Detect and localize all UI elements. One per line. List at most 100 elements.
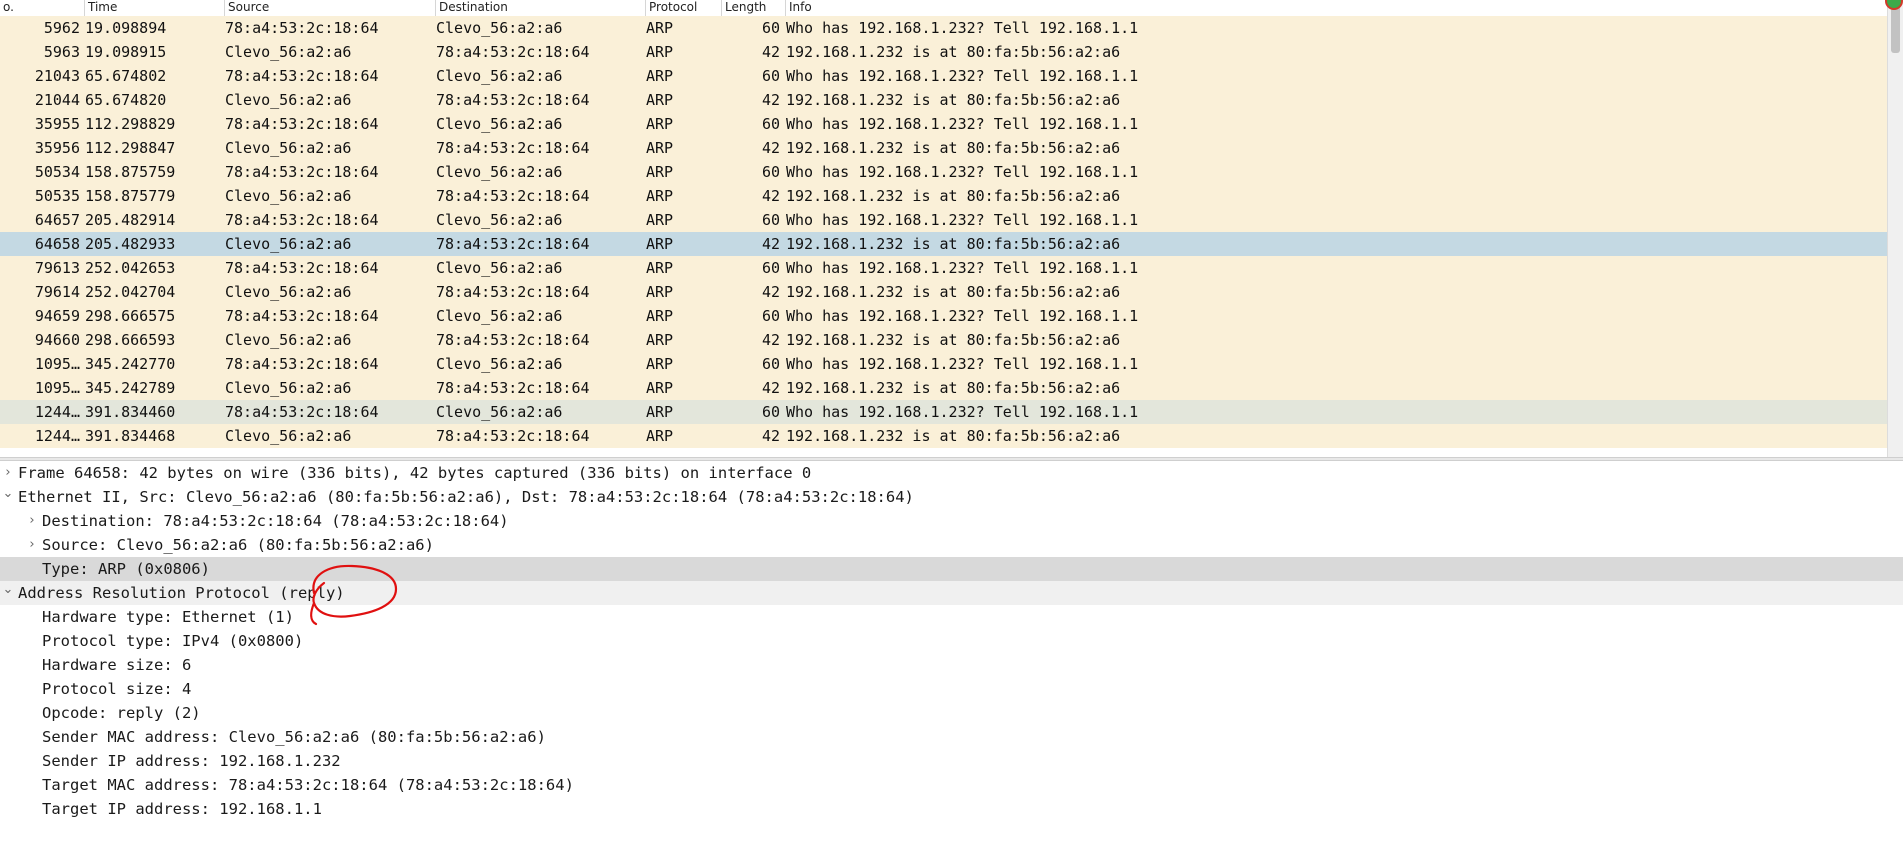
cell-source: 78:a4:53:2c:18:64 (225, 307, 379, 325)
cell-length: 60 (761, 355, 780, 373)
detail-tree-item-label: Target MAC address: 78:a4:53:2c:18:64 (7… (42, 776, 574, 794)
cell-protocol: ARP (646, 331, 674, 349)
table-row[interactable]: 50534 158.875759 78:a4:53:2c:18:64 Clevo_56… (0, 160, 1887, 184)
cell-no: 50535 (34, 187, 80, 205)
detail-tree-item-label: Sender MAC address: Clevo_56:a2:a6 (80:f… (42, 728, 546, 746)
cell-protocol: ARP (646, 19, 674, 37)
cell-protocol: ARP (646, 307, 674, 325)
cell-time: 205.482933 (85, 235, 176, 253)
scrollbar-thumb[interactable] (1891, 5, 1900, 53)
table-row[interactable]: 1244… 391.834460 78:a4:53:2c:18:64 Clevo_56… (0, 400, 1887, 424)
cell-destination: Clevo_56:a2:a6 (436, 259, 563, 277)
detail-tree-item[interactable]: Sender IP address: 192.168.1.232 (0, 749, 1903, 773)
table-row[interactable]: 79613 252.042653 78:a4:53:2c:18:64 Clevo_56… (0, 256, 1887, 280)
column-header-protocol[interactable]: Protocol (646, 0, 722, 16)
table-row[interactable]: 35956 112.298847 Clevo_56:a2:a6 78:a4:53:2c… (0, 136, 1887, 160)
cell-source: 78:a4:53:2c:18:64 (225, 163, 379, 181)
table-row[interactable]: 21044 65.674820 Clevo_56:a2:a6 78:a4:53:2c:… (0, 88, 1887, 112)
detail-tree-item-label: Protocol type: IPv4 (0x0800) (42, 632, 304, 650)
table-row[interactable]: 21043 65.674802 78:a4:53:2c:18:64 Clevo_56:… (0, 64, 1887, 88)
cell-no: 21044 (34, 91, 80, 109)
cell-info: 192.168.1.232 is at 80:fa:5b:56:a2:a6 (786, 331, 1121, 349)
detail-tree-item[interactable]: Target MAC address: 78:a4:53:2c:18:64 (7… (0, 773, 1903, 797)
detail-tree-item[interactable]: Hardware type: Ethernet (1) (0, 605, 1903, 629)
cell-source: 78:a4:53:2c:18:64 (225, 67, 379, 85)
cell-no: 21043 (34, 67, 80, 85)
chevron-down-icon[interactable]: ⌄ (2, 581, 14, 605)
table-row[interactable]: 79614 252.042704 Clevo_56:a2:a6 78:a4:53:2c… (0, 280, 1887, 304)
detail-tree-item[interactable]: Opcode: reply (2) (0, 701, 1903, 725)
detail-tree-item[interactable]: Target IP address: 192.168.1.1 (0, 797, 1903, 821)
cell-info: 192.168.1.232 is at 80:fa:5b:56:a2:a6 (786, 283, 1121, 301)
cell-protocol: ARP (646, 115, 674, 133)
detail-tree-item-label: Destination: 78:a4:53:2c:18:64 (78:a4:53… (42, 512, 509, 530)
column-header-bar: o. Time Source Destination Protocol Leng… (0, 0, 1887, 17)
cell-destination: Clevo_56:a2:a6 (436, 67, 563, 85)
packet-details-tree[interactable]: › Frame 64658: 42 bytes on wire (336 bits… (0, 461, 1903, 847)
detail-tree-item[interactable]: Type: ARP (0x0806) (0, 557, 1903, 581)
cell-time: 158.875759 (85, 163, 176, 181)
detail-tree-item[interactable]: Hardware size: 6 (0, 653, 1903, 677)
cell-length: 42 (761, 187, 780, 205)
cell-info: 192.168.1.232 is at 80:fa:5b:56:a2:a6 (786, 139, 1121, 157)
cell-destination: Clevo_56:a2:a6 (436, 403, 563, 421)
detail-tree-item-label: Hardware size: 6 (42, 656, 192, 674)
cell-protocol: ARP (646, 355, 674, 373)
packet-list[interactable]: o. Time Source Destination Protocol Leng… (0, 0, 1903, 457)
detail-tree-item[interactable]: ⌄ Address Resolution Protocol (reply) (0, 581, 1903, 605)
chevron-right-icon[interactable]: › (2, 461, 14, 485)
chevron-right-icon[interactable]: › (26, 533, 38, 557)
table-row[interactable]: 50535 158.875779 Clevo_56:a2:a6 78:a4:53:2c… (0, 184, 1887, 208)
table-row[interactable]: 5962 19.098894 78:a4:53:2c:18:64 Clevo_56:a… (0, 16, 1887, 40)
cell-time: 158.875779 (85, 187, 176, 205)
cell-info: 192.168.1.232 is at 80:fa:5b:56:a2:a6 (786, 187, 1121, 205)
cell-protocol: ARP (646, 283, 674, 301)
cell-destination: Clevo_56:a2:a6 (436, 19, 563, 37)
packet-list-scrollbar[interactable] (1887, 0, 1903, 457)
column-header-length[interactable]: Length (722, 0, 786, 16)
cell-destination: Clevo_56:a2:a6 (436, 355, 563, 373)
column-header-info[interactable]: Info (786, 0, 1887, 16)
detail-tree-item-label: Type: ARP (0x0806) (42, 560, 210, 578)
detail-tree-item[interactable]: › Source: Clevo_56:a2:a6 (80:fa:5b:56:a2:… (0, 533, 1903, 557)
detail-tree-item[interactable]: Protocol size: 4 (0, 677, 1903, 701)
column-header-source[interactable]: Source (225, 0, 436, 16)
cell-source: Clevo_56:a2:a6 (225, 187, 352, 205)
detail-tree-item[interactable]: › Destination: 78:a4:53:2c:18:64 (78:a4:5… (0, 509, 1903, 533)
table-row[interactable]: 1244… 391.834468 Clevo_56:a2:a6 78:a4:53:2c… (0, 424, 1887, 448)
cell-destination: 78:a4:53:2c:18:64 (436, 331, 590, 349)
cell-source: 78:a4:53:2c:18:64 (225, 115, 379, 133)
detail-tree-item[interactable]: ⌄ Ethernet II, Src: Clevo_56:a2:a6 (80:fa… (0, 485, 1903, 509)
table-row[interactable]: 94659 298.666575 78:a4:53:2c:18:64 Clevo_56… (0, 304, 1887, 328)
cell-length: 60 (761, 403, 780, 421)
column-header-time[interactable]: Time (85, 0, 225, 16)
cell-no: 50534 (34, 163, 80, 181)
cell-protocol: ARP (646, 163, 674, 181)
cell-length: 60 (761, 115, 780, 133)
table-row[interactable]: 64657 205.482914 78:a4:53:2c:18:64 Clevo_56… (0, 208, 1887, 232)
table-row[interactable]: 1095… 345.242789 Clevo_56:a2:a6 78:a4:53:2c… (0, 376, 1887, 400)
chevron-down-icon[interactable]: ⌄ (2, 485, 14, 509)
table-row[interactable]: 94660 298.666593 Clevo_56:a2:a6 78:a4:53:2c… (0, 328, 1887, 352)
table-row[interactable]: 35955 112.298829 78:a4:53:2c:18:64 Clevo_56… (0, 112, 1887, 136)
column-header-destination[interactable]: Destination (436, 0, 646, 16)
detail-tree-item[interactable]: › Frame 64658: 42 bytes on wire (336 bits… (0, 461, 1903, 485)
table-row-selected[interactable]: 64658 205.482933 Clevo_56:a2:a6 78:a4:53:2c… (0, 232, 1887, 256)
cell-source: Clevo_56:a2:a6 (225, 331, 352, 349)
detail-tree-item-label: Opcode: reply (2) (42, 704, 201, 722)
detail-tree-item-label: Source: Clevo_56:a2:a6 (80:fa:5b:56:a2:a… (42, 536, 434, 554)
cell-no: 35956 (34, 139, 80, 157)
detail-tree-item[interactable]: Protocol type: IPv4 (0x0800) (0, 629, 1903, 653)
cell-length: 42 (761, 379, 780, 397)
detail-tree-item[interactable]: Sender MAC address: Clevo_56:a2:a6 (80:f… (0, 725, 1903, 749)
chevron-right-icon[interactable]: › (26, 509, 38, 533)
table-row[interactable]: 1095… 345.242770 78:a4:53:2c:18:64 Clevo_56… (0, 352, 1887, 376)
detail-tree-item-label: Address Resolution Protocol (reply) (18, 584, 345, 602)
cell-protocol: ARP (646, 187, 674, 205)
cell-time: 65.674820 (85, 91, 167, 109)
table-row[interactable]: 5963 19.098915 Clevo_56:a2:a6 78:a4:53:2c:1… (0, 40, 1887, 64)
cell-time: 65.674802 (85, 67, 167, 85)
detail-tree-item-label: Protocol size: 4 (42, 680, 192, 698)
detail-tree-item-label: Target IP address: 192.168.1.1 (42, 800, 322, 818)
column-header-no[interactable]: o. (0, 0, 85, 16)
